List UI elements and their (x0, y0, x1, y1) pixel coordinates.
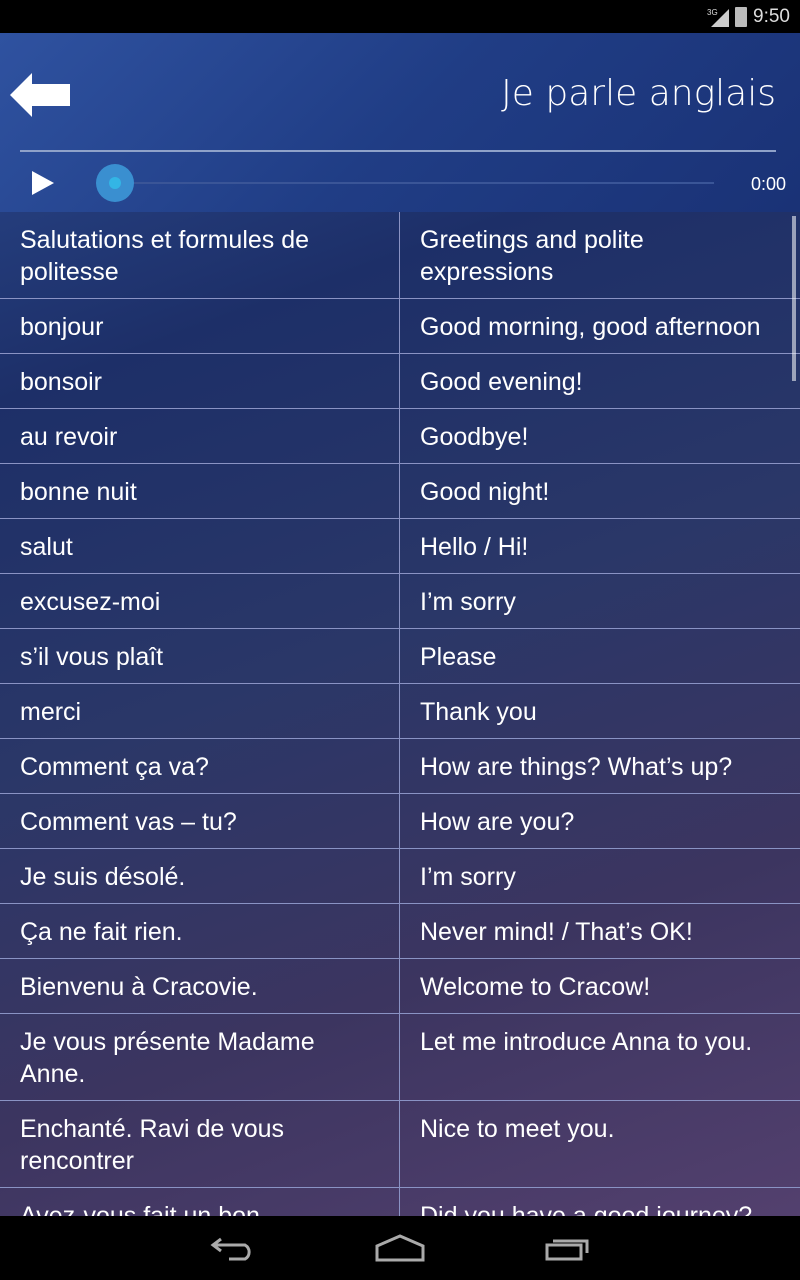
english-phrase: Let me introduce Anna to you. (420, 1028, 753, 1056)
french-phrase: Comment ça va? (0, 739, 400, 793)
table-row[interactable]: Je suis désolé. I’m sorry (0, 849, 800, 904)
table-row[interactable]: excusez-moi I’m sorry (0, 574, 800, 629)
table-row[interactable]: bonjour Good morning, good afternoon (0, 299, 800, 354)
french-phrase: s’il vous plaît (0, 629, 400, 683)
table-row[interactable]: bonsoir Good evening! (0, 354, 800, 409)
table-row[interactable]: s’il vous plaît Please (0, 629, 800, 684)
table-row[interactable]: Bienvenu à Cracovie. Welcome to Cracow! (0, 959, 800, 1014)
english-phrase: I’m sorry (420, 863, 516, 891)
english-phrase: How are things? What’s up? (420, 753, 733, 781)
french-phrase: au revoir (0, 409, 400, 463)
french-phrase: Je vous présente Madame Anne. (0, 1014, 400, 1100)
divider (20, 150, 776, 152)
table-row[interactable]: merci Thank you (0, 684, 800, 739)
english-phrase: How are you? (420, 808, 575, 836)
french-phrase: Avez-vous fait un bon (0, 1188, 400, 1216)
signal-icon: 3G (707, 8, 730, 27)
status-bar: 3G 9:50 (0, 0, 800, 33)
table-row[interactable]: Avez-vous fait un bon Did you have a good… (0, 1188, 800, 1216)
french-phrase: bonne nuit (0, 464, 400, 518)
playback-time: 0:00 (750, 174, 786, 194)
english-phrase: Good night! (420, 478, 550, 506)
french-phrase: Bienvenu à Cracovie. (0, 959, 400, 1013)
french-phrase: bonsoir (0, 354, 400, 408)
table-row[interactable]: Salutations et formules de politesse Gree… (0, 212, 800, 299)
battery-icon (735, 6, 748, 27)
seek-thumb[interactable] (96, 164, 134, 202)
app-content: Je parle anglais 0:00 Salutations et for… (0, 33, 800, 1216)
clock: 9:50 (753, 5, 790, 27)
french-phrase: Comment vas – tu? (0, 794, 400, 848)
page-title: Je parle anglais (501, 73, 776, 114)
table-row[interactable]: Ça ne fait rien. Never mind! / That’s OK! (0, 904, 800, 959)
french-phrase: bonjour (0, 299, 400, 353)
navigation-bar (0, 1216, 800, 1280)
phrase-table: Salutations et formules de politesse Gree… (0, 212, 800, 1216)
english-phrase: Please (420, 643, 497, 671)
french-phrase: Ça ne fait rien. (0, 904, 400, 958)
english-phrase: Hello / Hi! (420, 533, 529, 561)
table-row[interactable]: Enchanté. Ravi de vous rencontrer Nice to… (0, 1101, 800, 1188)
svg-text:3G: 3G (707, 8, 718, 17)
english-phrase: Good morning, good afternoon (420, 313, 761, 341)
table-row[interactable]: salut Hello / Hi! (0, 519, 800, 574)
table-row[interactable]: bonne nuit Good night! (0, 464, 800, 519)
home-icon[interactable] (375, 1234, 425, 1262)
english-phrase: Thank you (420, 698, 537, 726)
table-row[interactable]: Comment vas – tu? How are you? (0, 794, 800, 849)
english-phrase: Did you have a good journey? (420, 1202, 753, 1216)
english-phrase: I’m sorry (420, 588, 516, 616)
french-phrase: excusez-moi (0, 574, 400, 628)
english-phrase: Nice to meet you. (420, 1115, 615, 1143)
play-icon[interactable] (32, 171, 54, 195)
french-phrase: salut (0, 519, 400, 573)
french-phrase: Enchanté. Ravi de vous rencontrer (0, 1101, 400, 1187)
header: Je parle anglais 0:00 (0, 33, 800, 212)
back-icon[interactable] (209, 1235, 255, 1261)
french-phrase: Salutations et formules de politesse (0, 212, 400, 298)
scrollbar[interactable] (792, 216, 796, 381)
english-phrase: Good evening! (420, 368, 583, 396)
recents-icon[interactable] (545, 1235, 591, 1261)
english-phrase: Goodbye! (420, 423, 529, 451)
french-phrase: Je suis désolé. (0, 849, 400, 903)
table-row[interactable]: Je vous présente Madame Anne. Let me intr… (0, 1014, 800, 1101)
table-row[interactable]: au revoir Goodbye! (0, 409, 800, 464)
seek-bar[interactable] (96, 182, 714, 184)
french-phrase: merci (0, 684, 400, 738)
english-phrase: Never mind! / That’s OK! (420, 918, 693, 946)
arrow-left-icon[interactable] (10, 73, 70, 117)
table-row[interactable]: Comment ça va? How are things? What’s up? (0, 739, 800, 794)
english-phrase: Greetings and polite expressions (420, 226, 644, 286)
english-phrase: Welcome to Cracow! (420, 973, 651, 1001)
